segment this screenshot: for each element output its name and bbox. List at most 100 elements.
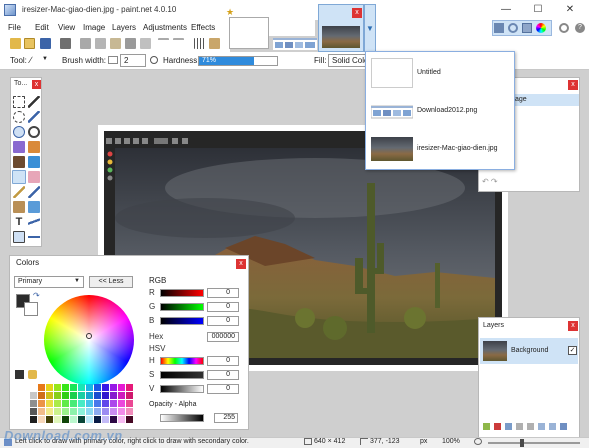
palette-swatch[interactable] (70, 400, 77, 407)
menu-effects[interactable]: Effects (191, 23, 215, 32)
palette-swatch[interactable] (70, 416, 77, 423)
palette-swatch[interactable] (30, 408, 37, 415)
magic-wand-tool-icon[interactable] (13, 141, 25, 153)
tools-panel-close-button[interactable]: x (32, 80, 41, 89)
history-panel-close-button[interactable]: x (568, 80, 578, 90)
pan-hand-tool-icon[interactable] (28, 141, 40, 153)
palette-swatch[interactable] (38, 392, 45, 399)
image-list-item-download2012[interactable]: Download2012.png (367, 92, 513, 130)
pencil-tool-icon[interactable] (13, 186, 25, 198)
secondary-color-swatch[interactable] (24, 302, 38, 316)
units-select[interactable]: px (420, 438, 427, 445)
red-channel-input[interactable]: 0 (207, 288, 239, 298)
history-window-icon[interactable] (508, 23, 518, 33)
palette-swatch[interactable] (78, 384, 85, 391)
palette-swatch[interactable] (30, 384, 37, 391)
palette-swatch[interactable] (94, 400, 101, 407)
redo-icon[interactable] (173, 38, 184, 49)
palette-swatch[interactable] (78, 416, 85, 423)
image-list-item-iresizer[interactable]: iresizer-Mac-giao-dien.jpg (367, 130, 513, 168)
palette-swatch[interactable] (78, 392, 85, 399)
value-channel-slider[interactable] (160, 385, 204, 393)
hex-input[interactable]: 000000 (207, 332, 239, 342)
palette-swatch[interactable] (94, 384, 101, 391)
paste-icon[interactable] (110, 38, 121, 49)
rectangle-select-tool-icon[interactable] (13, 96, 25, 108)
history-undo-redo-icons[interactable]: ↶ ↷ (482, 177, 512, 187)
cut-icon[interactable] (80, 38, 91, 49)
palette-swatch[interactable] (126, 416, 133, 423)
zoom-fit-icon[interactable] (474, 438, 482, 445)
palette-swatch[interactable] (126, 400, 133, 407)
menu-adjustments[interactable]: Adjustments (143, 23, 187, 32)
palette-swatch[interactable] (54, 408, 61, 415)
maximize-button[interactable]: ☐ (525, 2, 551, 18)
image-list-dropdown-arrow[interactable]: ▼ (364, 4, 376, 52)
palette-swatch[interactable] (110, 392, 117, 399)
layers-panel-close-button[interactable]: x (568, 321, 578, 331)
tab-close-button[interactable]: x (352, 8, 362, 18)
palette-swatch[interactable] (118, 392, 125, 399)
palette-swatch[interactable] (46, 400, 53, 407)
palette-swatch[interactable] (102, 408, 109, 415)
zoom-slider[interactable] (488, 442, 580, 444)
palette-swatch[interactable] (46, 408, 53, 415)
green-channel-input[interactable]: 0 (207, 302, 239, 312)
save-icon[interactable] (40, 38, 51, 49)
palette-swatch[interactable] (46, 384, 53, 391)
paintbrush-tool-icon-selected[interactable] (12, 170, 26, 184)
gradient-tool-icon[interactable] (28, 156, 40, 168)
paint-bucket-tool-icon[interactable] (13, 156, 25, 168)
zoom-level[interactable]: 100% (442, 438, 460, 445)
palette-swatch[interactable] (86, 384, 93, 391)
lasso-select-tool-icon[interactable] (13, 111, 25, 123)
text-tool-icon[interactable]: T (13, 216, 25, 228)
palette-swatch[interactable] (70, 384, 77, 391)
ruler-icon[interactable] (209, 38, 220, 49)
tools-window-icon[interactable] (494, 23, 504, 33)
move-selected-tool-icon[interactable] (28, 111, 40, 123)
brush-width-input[interactable]: 2 (120, 54, 146, 67)
paintbrush-icon[interactable]: ∕ (30, 55, 32, 65)
palette-swatch[interactable] (102, 400, 109, 407)
palette-swatch[interactable] (126, 392, 133, 399)
layer-visibility-checkbox[interactable]: ✓ (568, 346, 577, 355)
saturation-channel-input[interactable]: 0 (207, 370, 239, 380)
hue-channel-input[interactable]: 0 (207, 356, 239, 366)
palette-swatch[interactable] (62, 408, 69, 415)
palette-swatch[interactable] (38, 408, 45, 415)
move-selection-tool-icon[interactable] (28, 96, 40, 108)
open-folder-icon[interactable] (24, 38, 35, 49)
palette-swatch[interactable] (70, 408, 77, 415)
palette-swatch[interactable] (54, 392, 61, 399)
eraser-tool-icon[interactable] (28, 171, 40, 183)
color-mode-select[interactable]: Primary ▼ (14, 276, 84, 288)
palette-swatch[interactable] (126, 384, 133, 391)
settings-gear-icon[interactable] (559, 23, 569, 33)
palette-swatch[interactable] (94, 408, 101, 415)
palette-swatch[interactable] (78, 400, 85, 407)
swap-colors-icon[interactable]: ↷ (33, 291, 40, 300)
menu-file[interactable]: File (8, 23, 21, 32)
palette-menu-icon[interactable] (28, 370, 37, 379)
palette-swatch[interactable] (54, 384, 61, 391)
opacity-alpha-slider[interactable] (160, 414, 204, 422)
menu-layers[interactable]: Layers (112, 23, 136, 32)
zoom-slider-thumb[interactable] (520, 439, 524, 447)
help-icon[interactable]: ? (575, 23, 585, 33)
tab-untitled[interactable] (229, 17, 269, 49)
palette-swatch[interactable] (62, 416, 69, 423)
value-channel-input[interactable]: 0 (207, 384, 239, 394)
palette-swatch[interactable] (38, 416, 45, 423)
blue-channel-slider[interactable] (160, 317, 204, 325)
palette-swatch[interactable] (30, 416, 37, 423)
palette-swatch[interactable] (102, 392, 109, 399)
palette-swatch[interactable] (30, 400, 37, 407)
palette-swatch[interactable] (62, 392, 69, 399)
palette-swatch[interactable] (86, 400, 93, 407)
color-wheel-marker[interactable] (86, 333, 92, 339)
palette-swatch[interactable] (86, 392, 93, 399)
palette-swatch[interactable] (94, 392, 101, 399)
close-window-button[interactable]: ✕ (557, 2, 583, 18)
palette-swatch[interactable] (86, 408, 93, 415)
